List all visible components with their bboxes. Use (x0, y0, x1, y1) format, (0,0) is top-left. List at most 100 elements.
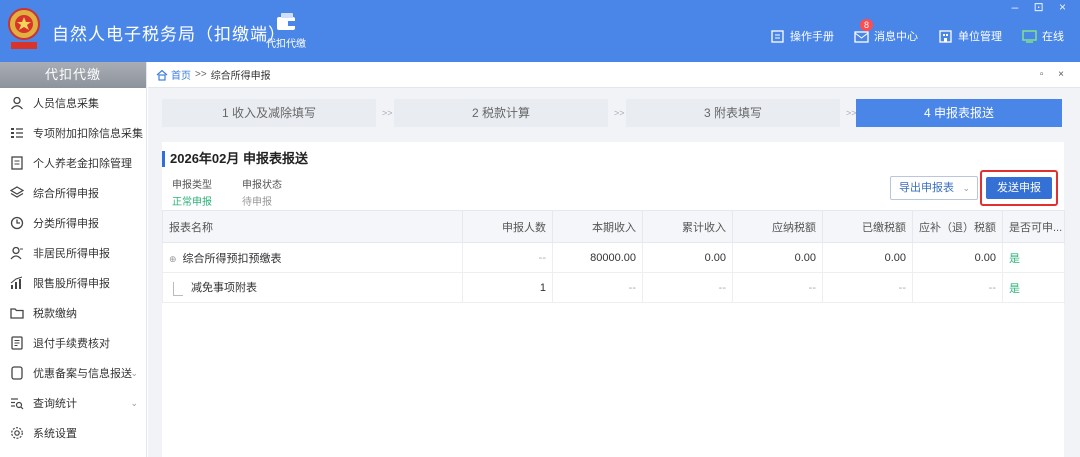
tax-due-cell: 0.00 (732, 242, 823, 273)
person-icon (11, 96, 23, 110)
manual-link[interactable]: 操作手册 (770, 28, 834, 44)
sidebar-item-classified-income[interactable]: 分类所得申报 (0, 208, 146, 238)
sidebar-item-special-deduction[interactable]: 专项附加扣除信息采集 (0, 118, 146, 148)
declare-type: 申报类型 正常申报 (172, 176, 212, 208)
declare-status: 申报状态 待申报 (242, 176, 282, 208)
chevron-down-icon: ⌄ (962, 183, 970, 193)
online-status-link[interactable]: 在线 (1022, 28, 1064, 44)
declare-status-value: 待申报 (242, 197, 272, 208)
income-cell: -- (552, 272, 643, 303)
col-header-can-declare[interactable]: 是否可申... (1002, 210, 1065, 243)
col-header-income[interactable]: 本期收入 (552, 210, 643, 243)
export-report-button[interactable]: 导出申报表 ⌄ (890, 176, 978, 200)
withholding-module-button[interactable]: 代扣代缴 (260, 12, 312, 56)
col-header-tax-paid[interactable]: 已缴税额 (822, 210, 913, 243)
sidebar: 代扣代缴 人员信息采集 专项附加扣除信息采集 个人养老金扣除管理 综合所得申报 … (0, 62, 147, 457)
breadcrumb-separator: >> (195, 69, 207, 80)
main-content: 首页 >> 综合所得申报 ▫ × 1 收入及减除填写 >> 2 税款计算 >> … (148, 62, 1080, 457)
cumulative-cell: 0.00 (642, 242, 733, 273)
declare-status-label: 申报状态 (242, 180, 282, 191)
mail-icon (854, 30, 869, 43)
breadcrumb: 首页 >> 综合所得申报 ▫ × (148, 62, 1080, 88)
table-row[interactable]: ⊕ 综合所得预扣预缴表 -- 80000.00 0.00 0.00 0.00 0.… (162, 242, 1065, 273)
wallet-icon (277, 13, 295, 30)
report-panel: 2026年02月 申报表报送 申报类型 正常申报 申报状态 待申报 导出申报表 … (162, 142, 1065, 457)
col-header-tax-diff[interactable]: 应补（退）税额 (912, 210, 1003, 243)
building-icon (939, 29, 952, 43)
breadcrumb-current: 综合所得申报 (210, 71, 271, 82)
unit-management-link[interactable]: 单位管理 (938, 28, 1002, 44)
send-button-highlight: 发送申报 (980, 170, 1058, 206)
message-badge: 8 (860, 19, 874, 31)
step-income-deduction[interactable]: 1 收入及减除填写 (162, 99, 376, 127)
tax-paid-cell: -- (822, 272, 913, 303)
step-tax-calculation[interactable]: 2 税款计算 (394, 99, 608, 127)
report-name-cell[interactable]: 减免事项附表 (162, 272, 463, 303)
bar-chart-icon (10, 276, 23, 289)
sidebar-item-tax-payment[interactable]: 税款缴纳 (0, 298, 146, 328)
document-icon (11, 156, 23, 170)
step-arrow: >> (614, 108, 625, 118)
person-outline-icon (10, 246, 23, 260)
step-submit-report[interactable]: 4 申报表报送 (856, 99, 1062, 127)
layers-icon (10, 186, 24, 198)
sidebar-item-personnel-info[interactable]: 人员信息采集 (0, 88, 146, 118)
tree-toggle-icon[interactable]: ⊕ (169, 254, 177, 264)
receipt-icon (11, 336, 23, 350)
col-header-tax-due[interactable]: 应纳税额 (732, 210, 823, 243)
sidebar-item-comprehensive-income[interactable]: 综合所得申报 (0, 178, 146, 208)
can-declare-cell: 是 (1002, 272, 1065, 303)
step-arrow: >> (846, 108, 857, 118)
sidebar-item-restricted-stock[interactable]: 限售股所得申报 (0, 268, 146, 298)
panel-title: 2026年02月 申报表报送 (162, 151, 308, 167)
clock-icon (10, 216, 24, 230)
report-name-cell[interactable]: ⊕ 综合所得预扣预缴表 (162, 242, 463, 273)
sidebar-item-preferential-filing[interactable]: 优惠备案与信息报送 ⌄ (0, 358, 146, 388)
header-links: 操作手册 8 消息中心 单位管理 在线 (770, 19, 1064, 44)
step-arrow: >> (382, 108, 393, 118)
app-header: 自然人电子税务局（扣缴端） 代扣代缴 – ⊡ × 操作手册 8 消息中心 单位管… (0, 0, 1080, 62)
can-declare-cell: 是 (1002, 242, 1065, 273)
report-table: 报表名称 申报人数 本期收入 累计收入 应纳税额 已缴税额 应补（退）税额 是否… (162, 210, 1065, 303)
window-controls[interactable]: – ⊡ × (1012, 0, 1072, 14)
table-header-row: 报表名称 申报人数 本期收入 累计收入 应纳税额 已缴税额 应补（退）税额 是否… (162, 210, 1065, 243)
sidebar-item-nonresident-income[interactable]: 非居民所得申报 (0, 238, 146, 268)
module-label: 代扣代缴 (266, 39, 306, 50)
tree-branch-line (173, 282, 183, 296)
app-title: 自然人电子税务局（扣缴端） (52, 25, 286, 44)
sidebar-item-fee-refund-check[interactable]: 退付手续费核对 (0, 328, 146, 358)
col-header-report-name[interactable]: 报表名称 (162, 210, 463, 243)
tax-paid-cell: 0.00 (822, 242, 913, 273)
tax-emblem-icon (8, 8, 40, 49)
step-attachment[interactable]: 3 附表填写 (626, 99, 840, 127)
home-icon (156, 69, 168, 81)
search-list-icon (11, 398, 24, 410)
tab-window-controls[interactable]: ▫ × (1040, 69, 1070, 80)
col-header-count[interactable]: 申报人数 (462, 210, 553, 243)
file-icon (11, 366, 23, 380)
declare-type-value: 正常申报 (172, 197, 212, 208)
monitor-icon (1022, 29, 1037, 43)
count-cell: 1 (462, 272, 553, 303)
income-cell: 80000.00 (552, 242, 643, 273)
chevron-down-icon: ⌄ (130, 367, 138, 378)
sidebar-title: 代扣代缴 (0, 62, 146, 88)
count-cell: -- (462, 242, 553, 273)
chevron-down-icon: ⌄ (130, 397, 138, 408)
sidebar-item-system-settings[interactable]: 系统设置 (0, 418, 146, 448)
cumulative-cell: -- (642, 272, 733, 303)
manual-icon (771, 29, 784, 43)
folder-icon (10, 308, 24, 319)
send-declaration-button[interactable]: 发送申报 (986, 177, 1052, 199)
tax-due-cell: -- (732, 272, 823, 303)
col-header-cumulative[interactable]: 累计收入 (642, 210, 733, 243)
step-wizard: 1 收入及减除填写 >> 2 税款计算 >> 3 附表填写 >> 4 申报表报送 (162, 99, 1062, 127)
sidebar-item-query-statistics[interactable]: 查询统计 ⌄ (0, 388, 146, 418)
message-center-link[interactable]: 8 消息中心 (854, 19, 918, 44)
list-icon (11, 128, 23, 138)
tax-diff-cell: 0.00 (912, 242, 1003, 273)
breadcrumb-home-link[interactable]: 首页 (171, 67, 191, 82)
sidebar-item-pension-deduction[interactable]: 个人养老金扣除管理 (0, 148, 146, 178)
table-row[interactable]: 减免事项附表 1 -- -- -- -- -- 是 (162, 272, 1065, 303)
declare-type-label: 申报类型 (172, 180, 212, 191)
